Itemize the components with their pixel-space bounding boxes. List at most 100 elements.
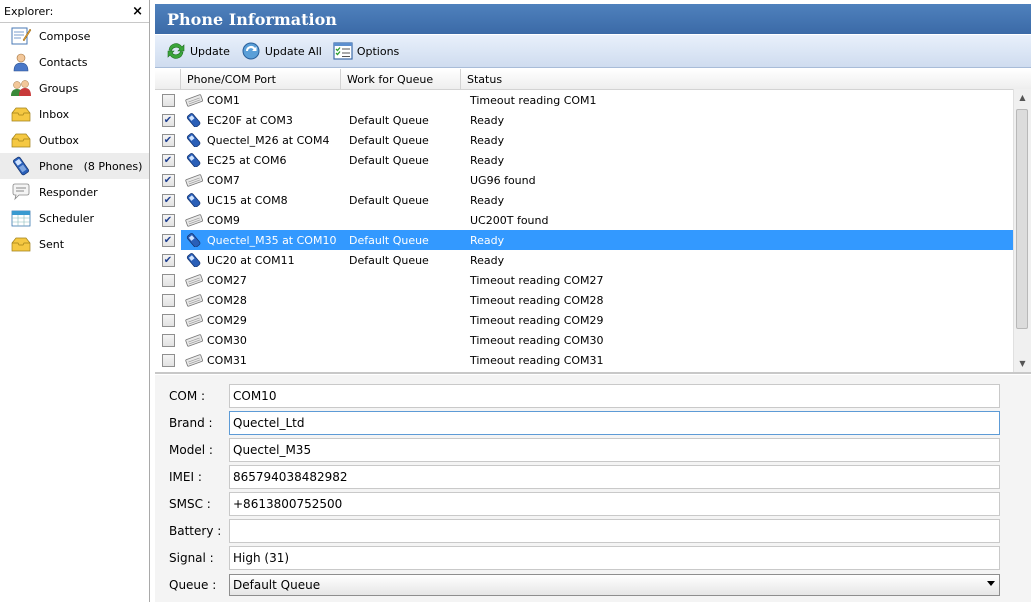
row-checkbox-cell [155, 350, 181, 370]
explorer-nav: Compose Contacts Groups Inbox Outbox Phone (8… [0, 23, 149, 257]
explorer-item-inbox[interactable]: Inbox [0, 101, 149, 127]
sent-icon [10, 234, 32, 254]
model-field[interactable]: Quectel_M35 [229, 438, 1000, 462]
mobile-phone-icon [185, 133, 203, 148]
column-header-check[interactable] [155, 69, 181, 89]
page-title: Phone Information [155, 4, 1031, 34]
scroll-up-icon[interactable]: ▲ [1014, 89, 1031, 106]
explorer-item-outbox[interactable]: Outbox [0, 127, 149, 153]
row-checkbox-cell: ✔ [155, 190, 181, 210]
row-checkbox[interactable]: ✔ [161, 173, 175, 187]
battery-field[interactable] [229, 519, 1000, 543]
explorer-item-label: Responder [39, 185, 98, 199]
port-label: COM1 [207, 93, 240, 107]
scroll-down-icon[interactable]: ▼ [1014, 355, 1031, 372]
brand-row: Brand : Quectel_Ltd [155, 410, 1031, 436]
smsc-label: SMSC : [169, 497, 211, 511]
explorer-item-responder[interactable]: Responder [0, 179, 149, 205]
explorer-item-phone[interactable]: Phone (8 Phones) [0, 153, 149, 179]
imei-row: IMEI : 865794038482982 [155, 464, 1031, 490]
row-checkbox[interactable]: ✔ [161, 113, 175, 127]
status-cell: Ready [461, 230, 1014, 250]
row-checkbox[interactable] [161, 333, 175, 347]
scroll-thumb[interactable] [1016, 109, 1028, 329]
port-label: EC25 at COM6 [207, 153, 287, 167]
row-checkbox-cell: ✔ [155, 170, 181, 190]
chevron-down-icon [987, 581, 995, 586]
imei-field[interactable]: 865794038482982 [229, 465, 1000, 489]
update-all-button[interactable]: Update All [240, 40, 322, 62]
row-checkbox[interactable]: ✔ [161, 153, 175, 167]
brand-field[interactable]: Quectel_Ltd [229, 411, 1000, 435]
row-checkbox[interactable] [161, 93, 175, 107]
table-row[interactable]: COM29 Timeout reading COM29 [155, 310, 1031, 330]
table-row[interactable]: ✔ COM7 UG96 found [155, 170, 1031, 190]
grid-body: COM1 Timeout reading COM1 ✔ EC20F at COM3 De… [155, 90, 1031, 370]
queue-select[interactable]: Default Queue [229, 574, 1000, 596]
row-checkbox[interactable] [161, 293, 175, 307]
column-header-queue[interactable]: Work for Queue [341, 69, 461, 89]
row-checkbox[interactable] [161, 313, 175, 327]
table-row[interactable]: COM30 Timeout reading COM30 [155, 330, 1031, 350]
port-cell: Quectel_M26 at COM4 [181, 130, 341, 150]
grid-header: Phone/COM Port Work for Queue Status [155, 69, 1031, 90]
explorer-item-label: Outbox [39, 133, 79, 147]
explorer-item-compose[interactable]: Compose [0, 23, 149, 49]
explorer-item-contacts[interactable]: Contacts [0, 49, 149, 75]
explorer-item-label: Compose [39, 29, 91, 43]
queue-label: Queue : [169, 578, 217, 592]
status-cell: Ready [470, 193, 505, 207]
row-checkbox[interactable]: ✔ [161, 193, 175, 207]
smsc-field[interactable]: +8613800752500 [229, 492, 1000, 516]
options-button[interactable]: Options [332, 40, 399, 62]
port-label: COM9 [207, 213, 240, 227]
table-row[interactable]: ✔ UC15 at COM8 Default Queue Ready [155, 190, 1031, 210]
update-all-label: Update All [264, 44, 322, 58]
column-header-port[interactable]: Phone/COM Port [181, 69, 341, 89]
model-label: Model : [169, 443, 213, 457]
table-row[interactable]: COM1 Timeout reading COM1 [155, 90, 1031, 110]
close-icon[interactable]: × [132, 4, 143, 19]
port-label: Quectel_M26 at COM4 [207, 133, 330, 147]
row-checkbox[interactable] [161, 353, 175, 367]
row-checkbox[interactable] [161, 273, 175, 287]
update-button[interactable]: Update [165, 40, 230, 62]
queue-cell [341, 90, 461, 110]
com-field[interactable]: COM10 [229, 384, 1000, 408]
port-label: COM27 [207, 273, 247, 287]
queue-cell: Default Queue [349, 113, 429, 127]
table-row[interactable]: COM27 Timeout reading COM27 [155, 270, 1031, 290]
explorer-item-label: Inbox [39, 107, 70, 121]
inbox-icon [10, 104, 32, 124]
table-row[interactable]: ✔ COM9 UC200T found [155, 210, 1031, 230]
imei-label: IMEI : [169, 470, 202, 484]
status-cell: Timeout reading COM27 [470, 273, 604, 287]
queue-cell [341, 210, 461, 230]
explorer-item-groups[interactable]: Groups [0, 75, 149, 101]
port-cell: COM29 [181, 310, 341, 330]
toolbar: Update Update All Options [155, 35, 1031, 68]
table-row[interactable]: ✔ Quectel_M26 at COM4 Default Queue Ready [155, 130, 1031, 150]
row-checkbox[interactable]: ✔ [161, 233, 175, 247]
table-row[interactable]: COM28 Timeout reading COM28 [155, 290, 1031, 310]
vertical-scrollbar[interactable]: ▲ ▼ [1013, 89, 1031, 372]
mobile-phone-icon [185, 233, 203, 248]
row-checkbox[interactable]: ✔ [161, 253, 175, 267]
port-label: COM30 [207, 333, 247, 347]
signal-row: Signal : High (31) [155, 545, 1031, 571]
table-row[interactable]: ✔ EC20F at COM3 Default Queue Ready [155, 110, 1031, 130]
table-row[interactable]: ✔ UC20 at COM11 Default Queue Ready [155, 250, 1031, 270]
column-header-status[interactable]: Status [461, 69, 1014, 89]
signal-field[interactable]: High (31) [229, 546, 1000, 570]
table-row[interactable]: ✔ Quectel_M35 at COM10 Default Queue Ready [155, 230, 1031, 250]
table-row[interactable]: ✔ EC25 at COM6 Default Queue Ready [155, 150, 1031, 170]
explorer-item-sent[interactable]: Sent [0, 231, 149, 257]
status-cell: Ready [470, 133, 505, 147]
mobile-phone-icon [185, 193, 203, 208]
row-checkbox[interactable]: ✔ [161, 213, 175, 227]
row-checkbox[interactable]: ✔ [161, 133, 175, 147]
explorer-item-scheduler[interactable]: Scheduler [0, 205, 149, 231]
queue-cell: Default Queue [349, 193, 429, 207]
table-row[interactable]: COM31 Timeout reading COM31 [155, 350, 1031, 370]
row-checkbox-cell [155, 90, 181, 110]
